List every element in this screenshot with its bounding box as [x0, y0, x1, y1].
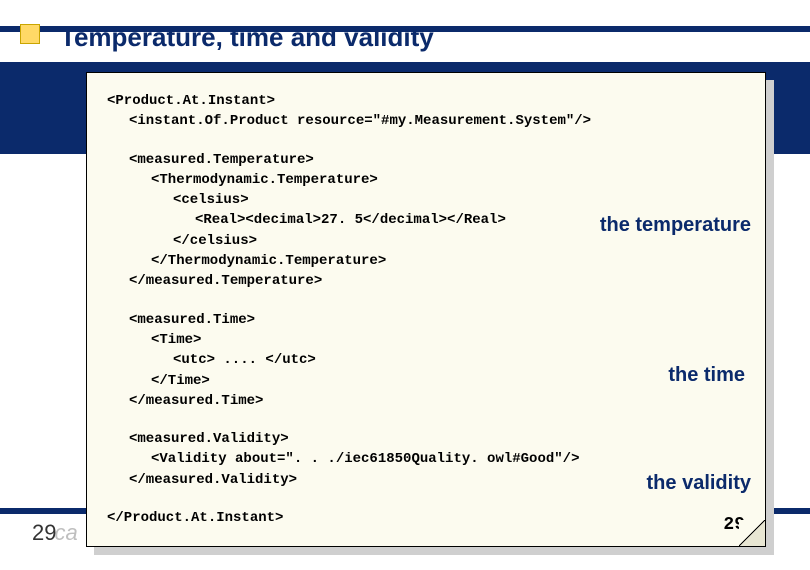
- code-line: </measured.Time>: [107, 391, 745, 411]
- slide-title: Temperature, time and validity: [60, 22, 434, 53]
- code-line: </Time>: [107, 371, 745, 391]
- code-line: <Thermodynamic.Temperature>: [107, 170, 745, 190]
- code-line: <measured.Time>: [107, 310, 745, 330]
- code-line: </Product.At.Instant>: [107, 510, 283, 526]
- code-line: <Product.At.Instant>: [107, 93, 275, 109]
- annotation-temperature: the temperature: [600, 211, 751, 240]
- code-line: <utc> .... </utc>: [107, 350, 745, 370]
- page-number-ghost: ca: [54, 520, 77, 545]
- code-line: <celsius>: [107, 190, 745, 210]
- code-line: <measured.Temperature>: [107, 150, 745, 170]
- page-number-left: 29ca: [32, 520, 78, 546]
- code-block-wrap: <Product.At.Instant> <instant.Of.Product…: [86, 72, 766, 547]
- page-fold-icon: [739, 520, 765, 546]
- annotation-time: the time: [668, 361, 745, 390]
- code-block: <Product.At.Instant> <instant.Of.Product…: [86, 72, 766, 547]
- page-number-left-num: 29: [32, 520, 56, 545]
- code-line: <measured.Validity>: [107, 429, 745, 449]
- code-line: </measured.Temperature>: [107, 271, 745, 291]
- code-line: <Time>: [107, 330, 745, 350]
- code-line: <Validity about=". . ./iec61850Quality. …: [107, 449, 745, 469]
- slide: Temperature, time and validity <Product.…: [0, 0, 810, 570]
- annotation-validity: the validity: [647, 469, 751, 498]
- bullet-square-icon: [20, 24, 40, 44]
- code-line: <instant.Of.Product resource="#my.Measur…: [107, 111, 745, 131]
- code-line: </Thermodynamic.Temperature>: [107, 251, 745, 271]
